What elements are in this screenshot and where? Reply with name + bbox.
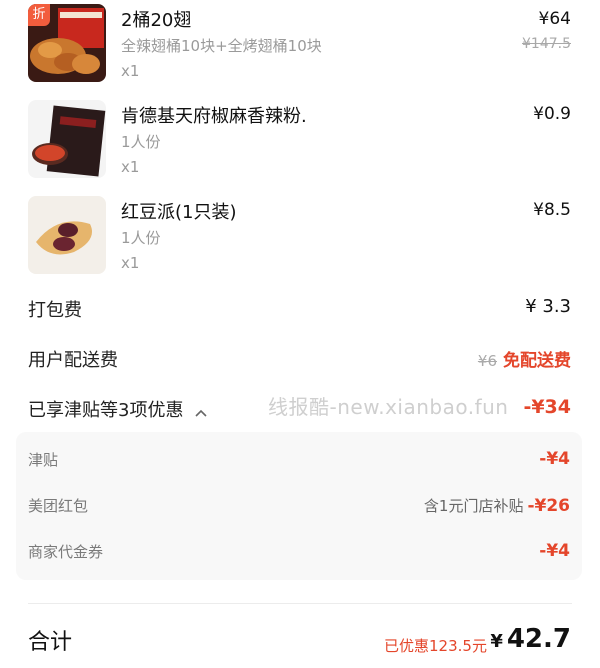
discount-detail-row: 津贴 -¥4 [16,449,582,475]
discount-detail-row: 美团红包 含1元门店补贴 -¥26 [16,495,582,521]
item-quantity: x1 [121,254,140,272]
item-price: ¥0.9 [533,104,571,124]
total-currency: ¥ [490,631,503,652]
item-description: 1人份 [121,133,161,151]
discount-detail-label: 美团红包 [28,497,89,515]
discount-detail-label: 津贴 [28,451,59,469]
packing-fee-label: 打包费 [28,300,82,321]
item-price: ¥8.5 [533,200,571,220]
total-amount-group: ¥42.7 [490,624,571,654]
packing-fee-row: 打包费 ¥ 3.3 [0,296,600,326]
item-description: 全辣翅桶10块+全烤翅桶10块 [121,37,322,55]
item-quantity: x1 [121,62,140,80]
item-name: 肯德基天府椒麻香辣粉. [121,106,307,127]
product-image [28,196,106,274]
product-image [28,100,106,178]
item-quantity: x1 [121,158,140,176]
discount-badge: 折 [28,4,50,26]
delivery-fee-row: 用户配送费 ¥6 免配送费 [0,346,600,376]
item-original-price: ¥147.5 [522,36,571,52]
free-delivery-label: 免配送费 [503,351,571,371]
total-saved: 已优惠123.5元 [384,637,487,655]
cart-item[interactable]: 肯德基天府椒麻香辣粉. 1人份 x1 ¥0.9 [0,96,600,192]
discount-detail-note: 含1元门店补贴 [423,497,524,515]
cart-item[interactable]: 红豆派(1只装) 1人份 x1 ¥8.5 [0,192,600,288]
discount-detail-value: -¥4 [539,541,570,561]
delivery-fee-value-group: ¥6 免配送费 [478,346,571,371]
discount-detail-value-group: 含1元门店补贴 -¥26 [424,495,570,516]
discount-detail-label: 商家代金券 [28,543,104,561]
discount-summary-label-group: 已享津贴等3项优惠 [28,396,207,422]
total-amount: 42.7 [506,624,571,654]
watermark: 线报酷-new.xianbao.fun [268,395,509,419]
packing-fee-value: ¥ 3.3 [525,296,571,317]
item-description: 1人份 [121,229,161,247]
discount-detail-row: 商家代金券 -¥4 [16,541,582,567]
chevron-up-icon [195,401,207,422]
delivery-fee-original: ¥6 [477,352,497,370]
discount-detail-value: -¥4 [539,449,570,469]
discount-detail-value: -¥26 [527,496,570,516]
discount-summary-label: 已享津贴等3项优惠 [28,400,184,421]
divider [28,603,572,604]
item-price: ¥64 [538,9,571,29]
item-name: 2桶20翅 [121,10,192,31]
delivery-fee-label: 用户配送费 [28,350,118,371]
product-image: 折 [28,4,106,82]
item-name: 红豆派(1只装) [121,202,237,223]
discount-summary-value: -¥34 [523,396,571,418]
total-label: 合计 [28,630,73,655]
discount-details-panel: 津贴 -¥4 美团红包 含1元门店补贴 -¥26 商家代金券 -¥4 [16,432,582,580]
cart-item[interactable]: 折 2桶20翅 全辣翅桶10块+全烤翅桶10块 x1 ¥64 ¥147.5 [0,0,600,96]
